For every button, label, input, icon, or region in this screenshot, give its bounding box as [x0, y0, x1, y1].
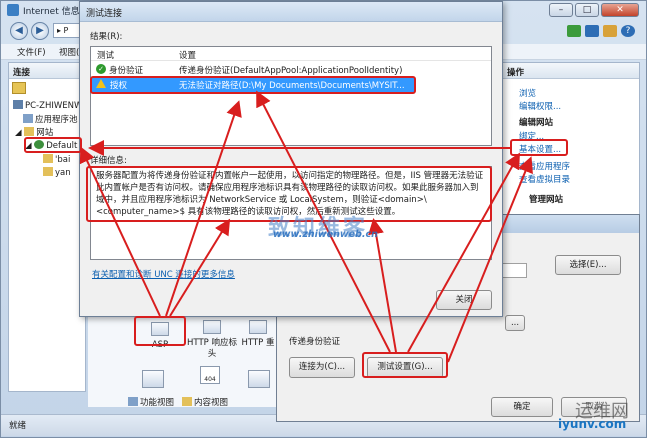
feature-icon[interactable]: [248, 370, 270, 388]
dialog-title: 测试连接: [86, 9, 123, 19]
menu-view[interactable]: 视图(: [59, 46, 79, 58]
action-browse[interactable]: 浏览: [519, 87, 536, 99]
error-pages-icon[interactable]: 404: [200, 366, 220, 384]
tab-features-view[interactable]: 功能视图: [128, 396, 174, 408]
new-connection-icon[interactable]: [12, 82, 26, 94]
home-icon[interactable]: [603, 25, 617, 37]
address-text: ▸ P: [57, 26, 69, 35]
connect-as-button[interactable]: 连接为(C)...: [289, 357, 355, 378]
action-bindings[interactable]: 绑定...: [519, 130, 544, 142]
expand-arrow-icon: ◢: [15, 128, 25, 138]
action-edit-permissions[interactable]: 编辑权限...: [519, 100, 561, 112]
globe-icon: [34, 140, 45, 149]
close-window-button[interactable]: ✕: [601, 3, 639, 17]
row-test-name: 授权: [110, 81, 128, 91]
action-group-manage-site: 管理网站: [529, 195, 564, 205]
actions-header: 操作: [503, 63, 639, 79]
test-settings-button[interactable]: 测试设置(G)...: [367, 357, 443, 378]
action-group-edit-site: 编辑网站: [519, 118, 554, 128]
pass-through-label: 传递身份验证: [289, 337, 341, 347]
column-test[interactable]: 测试: [97, 49, 114, 61]
folder-icon: [43, 167, 53, 176]
status-text: 就绪: [9, 421, 27, 431]
back-arrow-icon[interactable]: ◀: [10, 22, 28, 40]
menu-file[interactable]: 文件(F): [17, 46, 46, 58]
tree-server[interactable]: PC-ZHIWENW: [13, 100, 82, 111]
column-setting[interactable]: 设置: [179, 49, 196, 61]
tree-default-site[interactable]: ◢ Default: [25, 140, 77, 151]
tree-site-yan[interactable]: yan: [43, 167, 71, 178]
row-test-name: 身份验证: [109, 66, 144, 76]
tree-site-bai[interactable]: 'bai: [43, 154, 70, 165]
minimize-button[interactable]: –: [549, 3, 573, 17]
feature-icon[interactable]: [142, 370, 164, 388]
table-row[interactable]: ✓ 身份验证 传递身份验证(DefaultAppPool:Application…: [91, 63, 491, 77]
tab-content-view[interactable]: 内容视图: [182, 396, 228, 408]
app-pool-icon: [23, 114, 33, 123]
refresh-icon[interactable]: [567, 25, 581, 37]
tree-app-pools[interactable]: 应用程序池: [23, 113, 78, 125]
select-button[interactable]: 选择(E)...: [555, 255, 621, 275]
action-view-applications[interactable]: 查看应用程序: [519, 160, 570, 172]
features-view-icon: [128, 397, 138, 406]
feature-http-headers[interactable]: HTTP 响应标头: [186, 320, 238, 360]
asp-icon: [151, 322, 169, 336]
connections-panel: 连接 PC-ZHIWENW 应用程序池 ◢ 网站 ◢ Default 'bai …: [8, 62, 86, 392]
expand-arrow-icon: ◢: [25, 141, 35, 151]
action-basic-settings[interactable]: 基本设置...: [519, 143, 561, 155]
results-grid: 测试 设置 ✓ 身份验证 传递身份验证(DefaultAppPool:Appli…: [90, 46, 492, 146]
connections-header: 连接: [9, 63, 85, 79]
http-headers-icon: [203, 320, 221, 334]
actions-panel: 操作 浏览 编辑权限... 编辑网站 绑定... 基本设置... 查看应用程序 …: [502, 62, 640, 222]
iis-app-icon: [7, 4, 19, 16]
test-connection-titlebar: 测试连接: [80, 2, 502, 22]
action-view-virtual-dirs[interactable]: 查看虚拟目录: [519, 173, 570, 185]
details-label: 详细信息:: [90, 156, 127, 166]
forward-arrow-icon[interactable]: ▶: [31, 22, 49, 40]
maximize-button[interactable]: □: [575, 3, 599, 17]
browse-path-button[interactable]: ...: [505, 315, 525, 331]
success-check-icon: ✓: [96, 64, 106, 74]
corner-watermark-url: iyunv.com: [558, 417, 627, 431]
row-setting-value: 无法验证对路径(D:\My Documents\Documents\MYSIT.…: [179, 81, 405, 91]
watermark-url: www.zhiwenweb.cn: [273, 229, 378, 240]
row-setting-value: 传递身份验证(DefaultAppPool:ApplicationPoolIde…: [179, 66, 403, 76]
grid-header: 测试 设置: [91, 47, 491, 61]
unc-help-link[interactable]: 有关配置和诊断 UNC 连接的更多信息: [92, 268, 235, 280]
feature-asp[interactable]: ASP: [140, 322, 180, 351]
server-icon: [13, 100, 23, 109]
feature-http-redirect[interactable]: HTTP 重: [240, 320, 276, 349]
close-button[interactable]: 关闭: [436, 290, 492, 310]
table-row-selected[interactable]: 授权 无法验证对路径(D:\My Documents\Documents\MYS…: [92, 77, 414, 92]
http-redirect-icon: [249, 320, 267, 334]
test-connection-dialog: 测试连接 结果(R): 测试 设置 ✓ 身份验证 传递身份验证(DefaultA…: [79, 1, 503, 317]
ok-button[interactable]: 确定: [491, 397, 553, 417]
results-label: 结果(R):: [90, 32, 123, 42]
help-icon[interactable]: ?: [621, 25, 635, 37]
content-view-icon: [182, 397, 192, 406]
stop-icon[interactable]: [585, 25, 599, 37]
warning-icon: [96, 79, 106, 88]
folder-icon: [24, 127, 35, 136]
tree-sites[interactable]: ◢ 网站: [15, 126, 53, 138]
folder-icon: [43, 154, 53, 163]
